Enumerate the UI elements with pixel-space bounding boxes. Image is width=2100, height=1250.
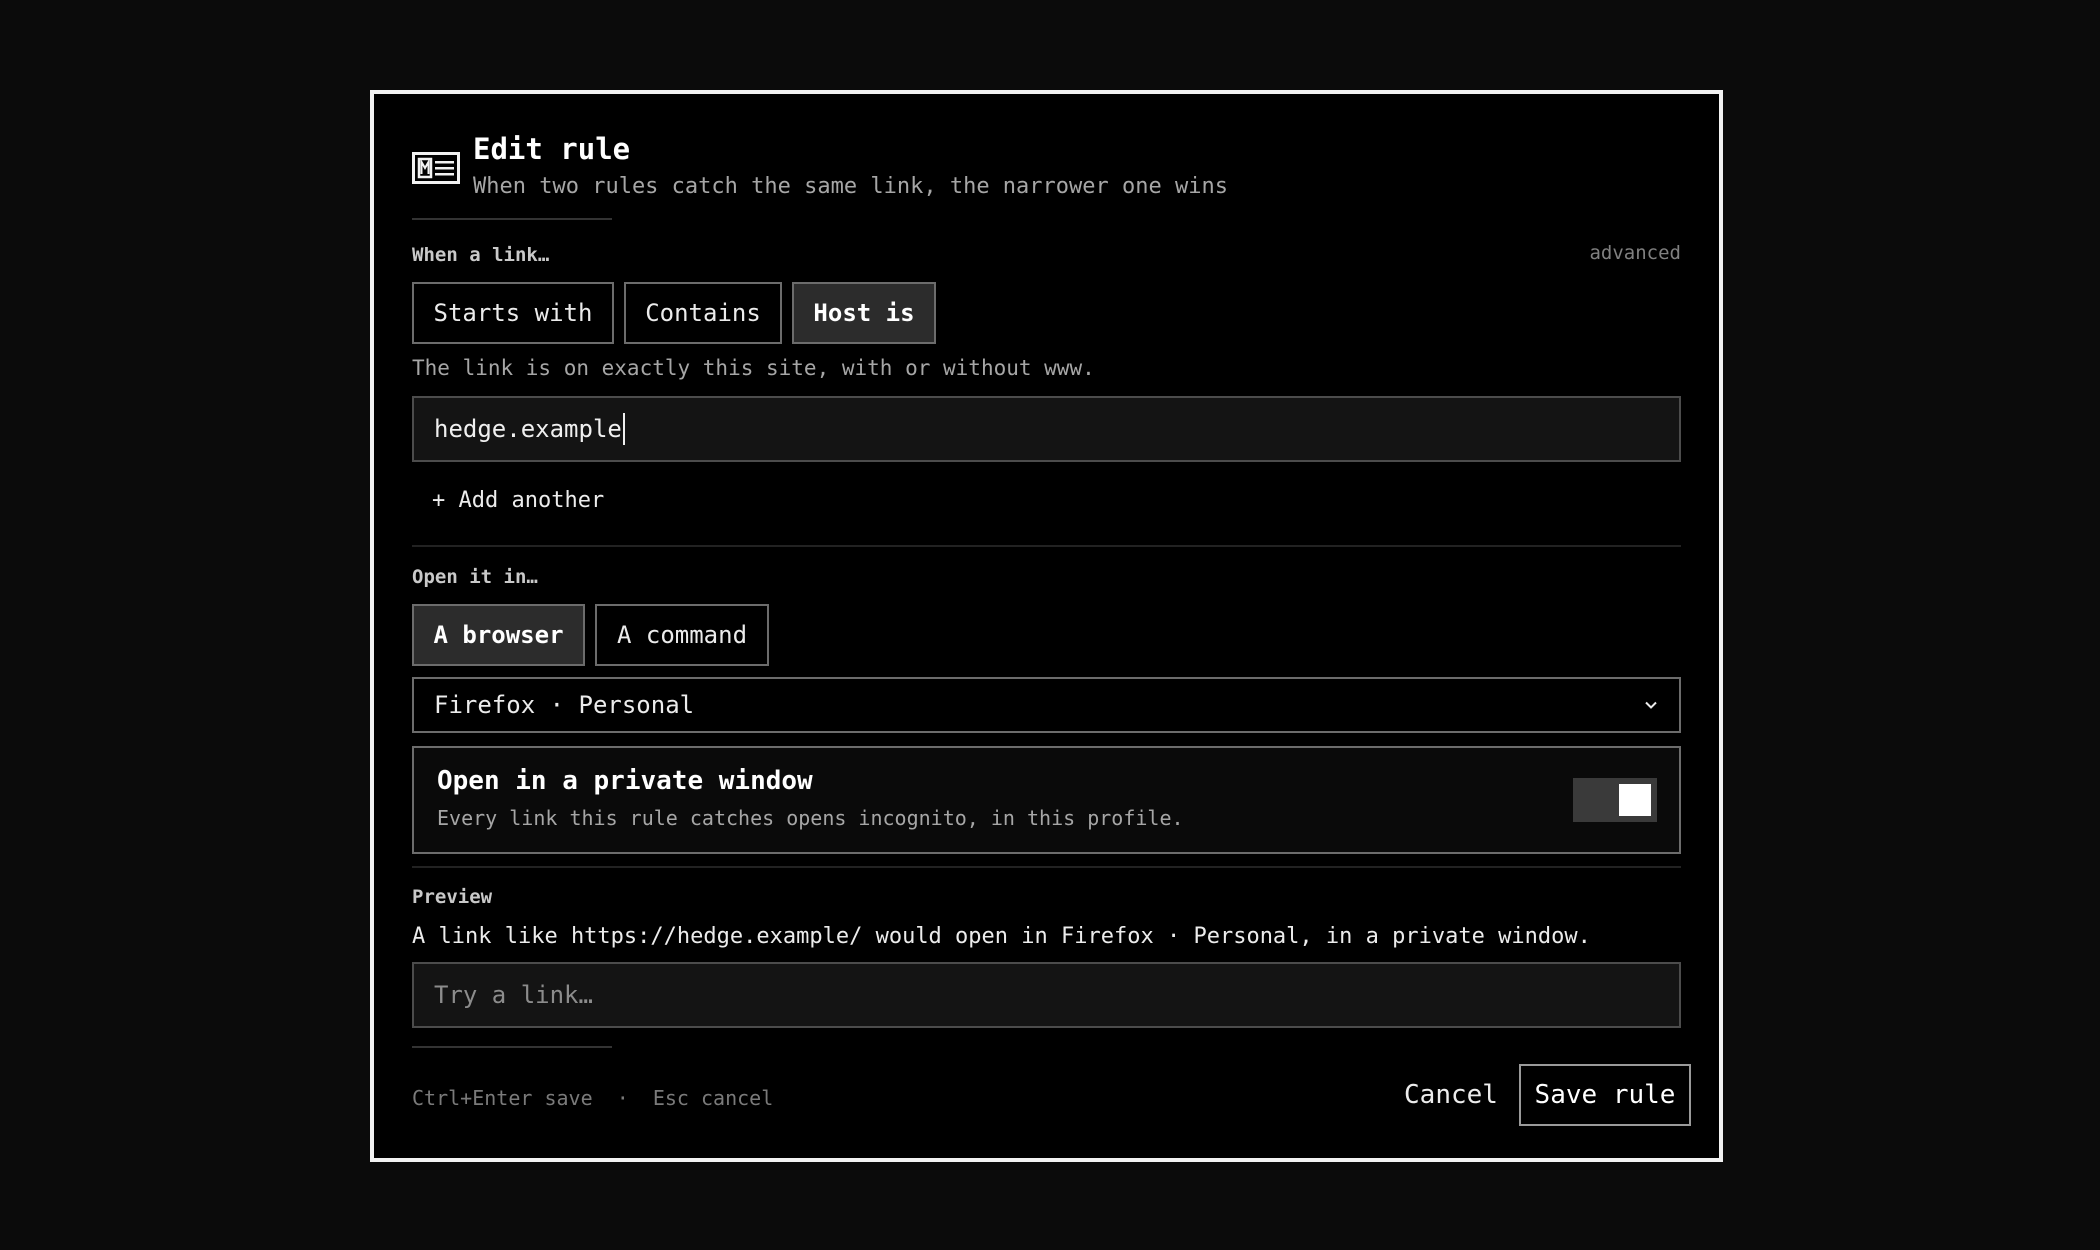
open-in-command-option[interactable]: A command [595, 604, 769, 666]
footer-divider [412, 1046, 612, 1048]
section-divider [412, 866, 1681, 868]
try-link-input[interactable]: Try a link… [412, 962, 1681, 1028]
preview-section-label: Preview [412, 886, 493, 908]
toggle-knob [1619, 784, 1651, 816]
advanced-link[interactable]: advanced [1589, 242, 1681, 264]
match-option-host-is[interactable]: Host is [792, 282, 936, 344]
section-divider [412, 545, 1681, 547]
host-input-value: hedge.example [434, 415, 622, 443]
chevron-down-icon [1645, 701, 1657, 709]
dialog-title: Edit rule [473, 132, 631, 166]
match-section-label: When a link… [412, 244, 550, 266]
dialog-subtitle: When two rules catch the same link, the … [473, 174, 1228, 199]
open-in-section-label: Open it in… [412, 566, 538, 588]
match-option-starts-with[interactable]: Starts with [412, 282, 614, 344]
private-window-title: Open in a private window [437, 766, 813, 796]
shortcuts-text: Ctrl+Enter save · Esc cancel [412, 1086, 774, 1110]
link-card-icon [412, 152, 460, 184]
host-input[interactable]: hedge.example [412, 396, 1681, 462]
cancel-button[interactable]: Cancel [1371, 1064, 1531, 1126]
keyboard-shortcuts-hint: Ctrl+Enter save · Esc cancel [412, 1086, 773, 1110]
browser-select-value: Firefox · Personal [434, 691, 695, 719]
edit-rule-dialog: Edit rule When two rules catch the same … [370, 90, 1723, 1162]
text-caret [622, 413, 625, 445]
match-option-contains[interactable]: Contains [624, 282, 782, 344]
try-link-placeholder: Try a link… [434, 981, 593, 1009]
match-hint: The link is on exactly this site, with o… [412, 356, 1095, 380]
private-window-card[interactable]: Open in a private window Every link this… [412, 746, 1681, 854]
private-window-description: Every link this rule catches opens incog… [437, 806, 1184, 830]
private-window-toggle[interactable] [1573, 778, 1657, 822]
browser-select[interactable]: Firefox · Personal [412, 677, 1681, 733]
add-another-button[interactable]: + Add another [432, 488, 604, 513]
save-rule-button[interactable]: Save rule [1519, 1064, 1691, 1126]
header-divider [412, 218, 612, 220]
open-in-browser-option[interactable]: A browser [412, 604, 585, 666]
preview-text: A link like https://hedge.example/ would… [412, 924, 1591, 949]
